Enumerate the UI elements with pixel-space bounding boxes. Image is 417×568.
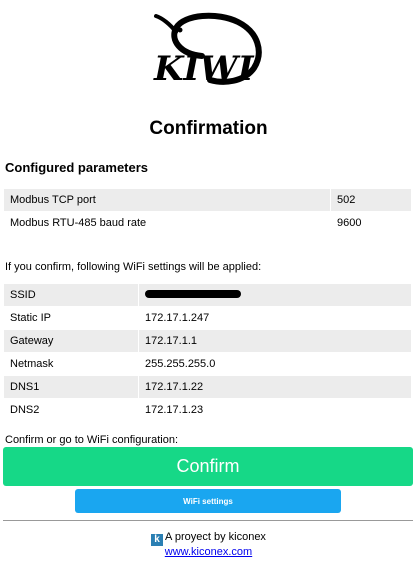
table-row: Modbus TCP port 502 [3,188,412,212]
configured-parameters-table: Modbus TCP port 502 Modbus RTU-485 baud … [3,188,412,235]
param-value: 9600 [330,211,412,235]
wifi-label: Gateway [3,329,139,353]
divider [3,520,413,521]
wifi-value: 172.17.1.22 [138,375,412,399]
wifi-intro-text: If you confirm, following WiFi settings … [5,261,262,273]
table-row: Gateway 172.17.1.1 [3,329,412,353]
table-row: Static IP 172.17.1.247 [3,306,412,330]
kiwi-logo-text: KIWI [153,49,255,89]
footer-text: A proyect by kiconex [165,531,266,543]
table-row: SSID [3,283,412,307]
wifi-label: SSID [3,283,139,307]
wifi-value: 172.17.1.247 [138,306,412,330]
configured-parameters-heading: Configured parameters [5,160,149,175]
wifi-value: 255.255.255.0 [138,352,412,376]
kiwi-logo: KIWI [153,12,262,89]
param-value: 502 [330,188,412,212]
wifi-settings-table: SSID Static IP 172.17.1.247 Gateway 172.… [3,283,412,422]
actions-prompt: Confirm or go to WiFi configuration: [5,434,179,446]
confirm-button[interactable]: Confirm [3,447,413,486]
kiconex-icon: k [151,534,164,546]
param-label: Modbus TCP port [3,188,331,212]
page-title: Confirmation [149,118,268,139]
table-row: DNS1 172.17.1.22 [3,375,412,399]
table-row: Modbus RTU-485 baud rate 9600 [3,211,412,235]
wifi-value: 172.17.1.23 [138,398,412,422]
wifi-settings-button[interactable]: WiFi settings [75,489,341,513]
wifi-value: 172.17.1.1 [138,329,412,353]
wifi-label: Netmask [3,352,139,376]
footer: kA proyect by kiconex www.kiconex.com [0,531,417,558]
table-row: Netmask 255.255.255.0 [3,352,412,376]
wifi-label: Static IP [3,306,139,330]
wifi-label: DNS2 [3,398,139,422]
redacted-ssid [145,290,241,299]
wifi-value [138,283,412,307]
param-label: Modbus RTU-485 baud rate [3,211,331,235]
kiconex-link[interactable]: www.kiconex.com [165,546,252,558]
wifi-label: DNS1 [3,375,139,399]
table-row: DNS2 172.17.1.23 [3,398,412,422]
